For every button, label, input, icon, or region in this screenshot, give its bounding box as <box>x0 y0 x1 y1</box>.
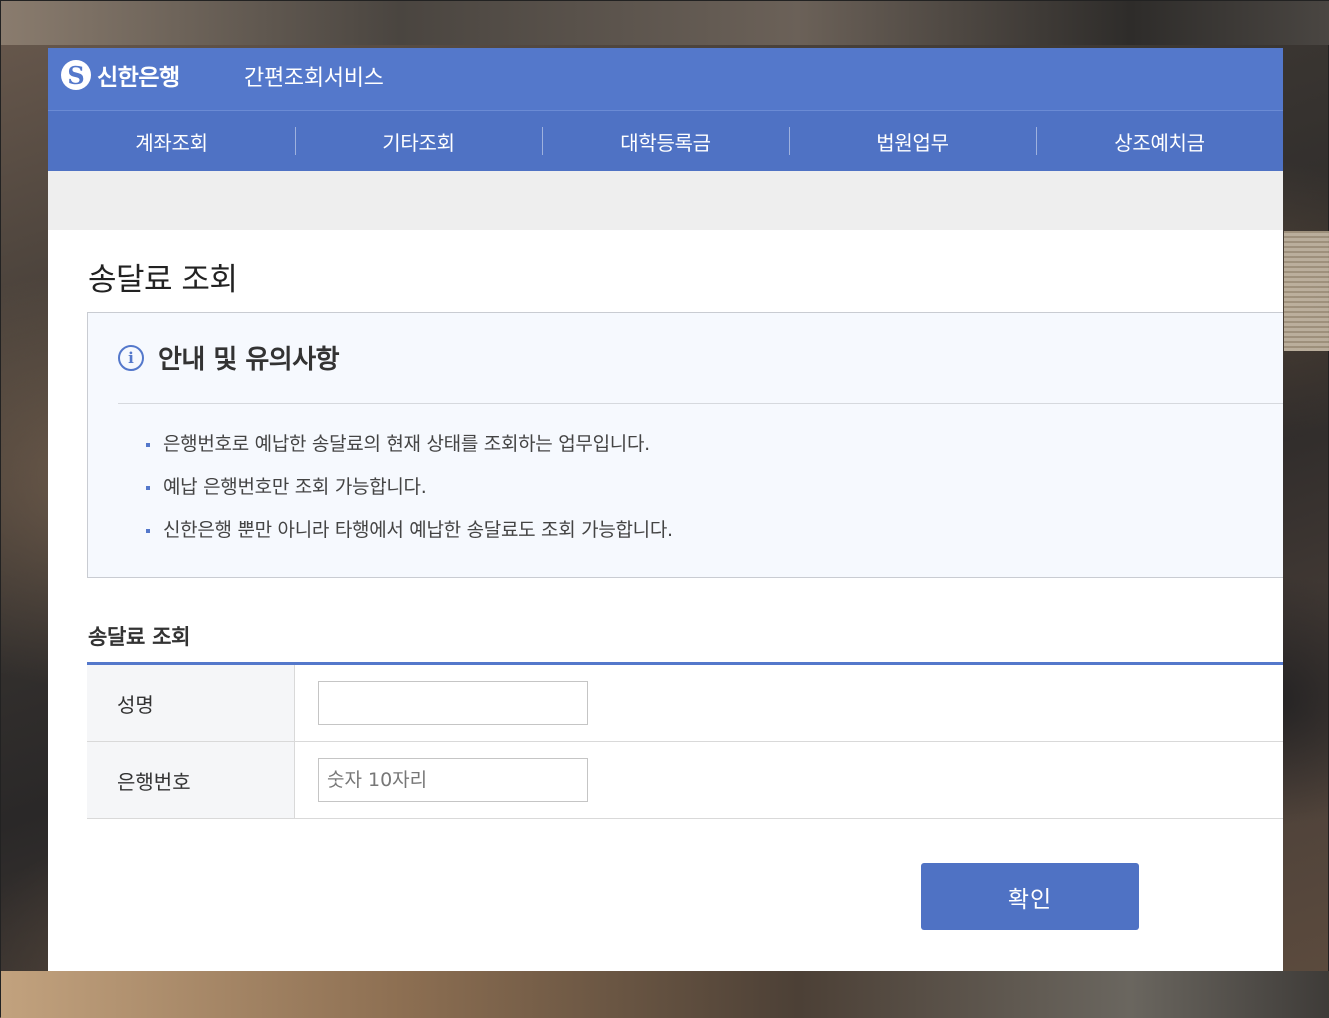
name-label: 성명 <box>87 665 295 741</box>
notice-title: 안내 및 유의사항 <box>158 345 340 375</box>
account-number-label: 은행번호 <box>87 742 295 818</box>
nav-item-tuition[interactable]: 대학등록금 <box>542 111 789 172</box>
notice-divider <box>118 403 1283 404</box>
info-icon: i <box>118 344 144 371</box>
form-row-account: 은행번호 <box>87 742 1283 819</box>
notice-item: 예납 은행번호만 조회 가능합니다. <box>146 474 673 517</box>
notice-item: 신한은행 뿐만 아니라 타행에서 예납한 송달료도 조회 가능합니다. <box>146 517 673 560</box>
background-bottom <box>1 971 1329 1018</box>
page-title: 송달료 조회 <box>88 262 238 298</box>
main-panel: S 신한은행 간편조회서비스 계좌조회 기타조회 대학등록금 법원업무 상조예치… <box>48 48 1283 971</box>
name-input[interactable] <box>318 681 588 725</box>
notice-box: i 안내 및 유의사항 은행번호로 예납한 송달료의 현재 상태를 조회하는 업… <box>87 312 1283 578</box>
background-top <box>1 1 1329 45</box>
bank-name: 신한은행 <box>97 65 180 91</box>
confirm-button[interactable]: 확인 <box>921 863 1139 930</box>
account-number-input[interactable] <box>318 758 588 802</box>
form-row-name: 성명 <box>87 665 1283 742</box>
nav-item-court-services[interactable]: 법원업무 <box>789 111 1036 172</box>
inquiry-form: 성명 은행번호 <box>87 662 1283 819</box>
notice-header: i 안내 및 유의사항 <box>118 339 340 376</box>
bank-logo[interactable]: S 신한은행 <box>61 59 180 91</box>
notice-item: 은행번호로 예납한 송달료의 현재 상태를 조회하는 업무입니다. <box>146 431 673 474</box>
sub-header-bar <box>48 171 1283 230</box>
account-number-cell <box>295 742 1283 818</box>
main-nav: 계좌조회 기타조회 대학등록금 법원업무 상조예치금 <box>48 110 1283 172</box>
background-book-pages <box>1284 231 1329 351</box>
top-bar: S 신한은행 간편조회서비스 <box>48 48 1283 110</box>
nav-item-account-inquiry[interactable]: 계좌조회 <box>48 111 295 172</box>
shinhan-logo-icon: S <box>61 60 91 90</box>
service-title: 간편조회서비스 <box>244 66 384 91</box>
form-section-title: 송달료 조회 <box>88 625 191 649</box>
notice-list: 은행번호로 예납한 송달료의 현재 상태를 조회하는 업무입니다. 예납 은행번… <box>146 431 673 560</box>
nav-item-funeral-deposit[interactable]: 상조예치금 <box>1036 111 1283 172</box>
name-cell <box>295 665 1283 741</box>
nav-item-other-inquiry[interactable]: 기타조회 <box>295 111 542 172</box>
